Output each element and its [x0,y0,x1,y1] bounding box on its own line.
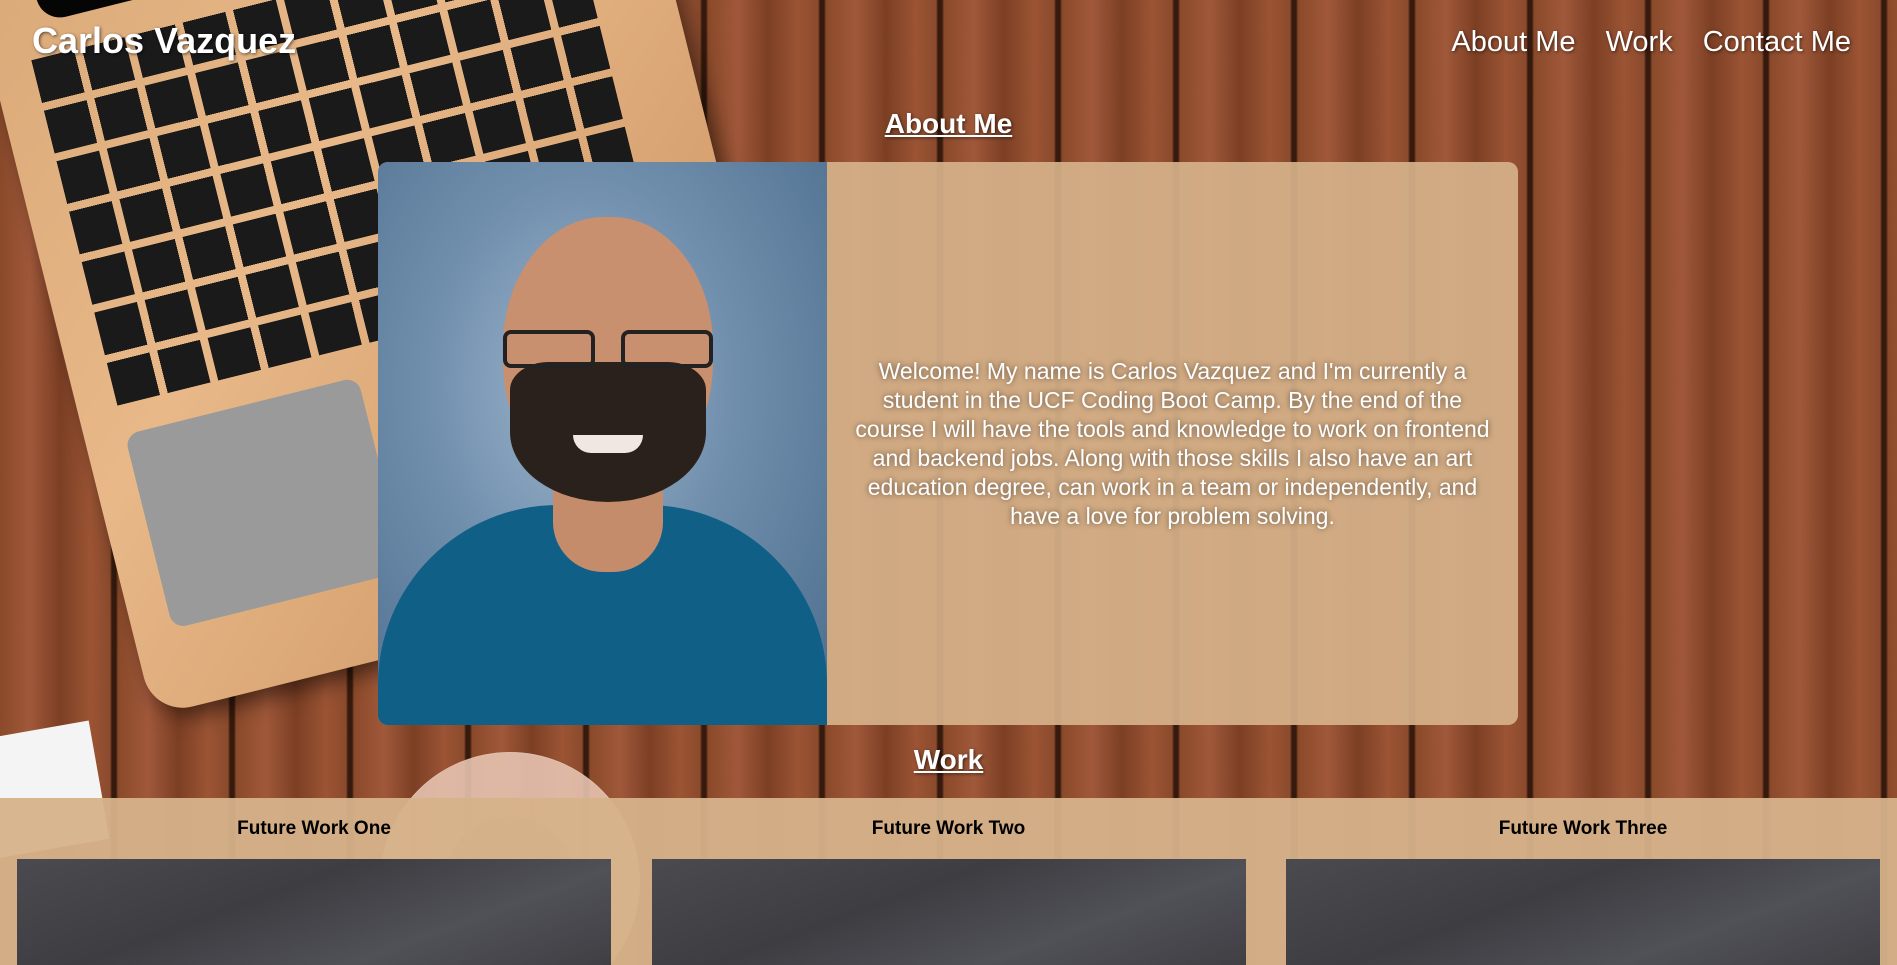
work-item-one: Future Work One [17,798,611,965]
photo-beard [510,362,706,502]
laptop-trackpad [124,376,406,629]
profile-photo [378,162,827,725]
work-item-image[interactable] [651,858,1246,965]
photo-glasses [503,330,713,370]
about-me-heading: About Me [884,108,1013,139]
work-heading: Work [913,744,984,775]
work-item-title: Future Work One [237,818,391,839]
nav-link-work[interactable]: Work [1606,26,1673,59]
site-header: Carlos Vazquez About Me Work Contact Me [0,0,1897,90]
work-item-image[interactable] [1286,858,1880,965]
about-me-card: Welcome! My name is Carlos Vazquez and I… [378,162,1518,725]
work-item-image[interactable] [17,858,611,965]
nav-link-contact-me[interactable]: Contact Me [1703,26,1851,59]
work-item-title: Future Work Two [871,818,1026,839]
work-item-three: Future Work Three [1286,798,1880,965]
about-me-bio: Welcome! My name is Carlos Vazquez and I… [855,357,1490,529]
photo-smile [573,435,643,453]
work-item-title: Future Work Three [1498,818,1668,839]
work-section: Future Work One Future Work Two Future W… [0,798,1897,965]
site-title: Carlos Vazquez [32,20,297,61]
nav-link-about-me[interactable]: About Me [1451,26,1575,59]
work-item-two: Future Work Two [651,798,1246,965]
main-nav: About Me Work Contact Me [1451,26,1851,59]
